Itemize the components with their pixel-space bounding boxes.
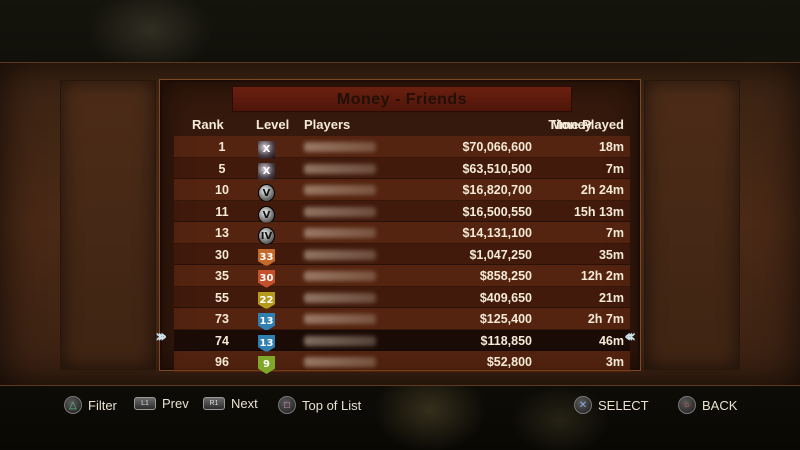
level-badge-icon: 13 — [258, 313, 275, 331]
player-name-blurred — [304, 249, 376, 260]
player-name-blurred — [304, 206, 376, 217]
player-name-blurred — [304, 314, 376, 324]
left-side-panel — [60, 80, 156, 370]
triangle-button-icon: △ — [64, 396, 82, 414]
next-label: Next — [231, 396, 258, 411]
money-cell: $52,800 — [486, 355, 532, 369]
selection-marker-left-icon: ››› — [155, 326, 167, 347]
table-row[interactable]: 10 V $16,820,700 2h 24m — [174, 179, 630, 202]
player-name-blurred — [304, 335, 376, 346]
table-row[interactable]: 55 22 $409,650 21m — [174, 286, 630, 310]
money-cell: $16,500,550 — [462, 204, 532, 219]
level-badge-icon: 33 — [258, 248, 275, 267]
header-level: Level — [256, 117, 290, 132]
rank-cell: 73 — [215, 312, 229, 326]
rank-cell: 96 — [215, 355, 229, 369]
time-played-cell: 21m — [598, 290, 624, 305]
leaderboard-table: Money - Friends Rank Level Players Money… — [160, 80, 640, 374]
money-cell: $118,850 — [480, 333, 532, 348]
player-name-blurred — [304, 271, 376, 281]
rank-cell: 35 — [215, 269, 229, 283]
level-badge-icon: 13 — [258, 334, 275, 353]
prev-label: Prev — [162, 396, 189, 411]
table-row[interactable]: 5 X $63,510,500 7m — [174, 157, 630, 181]
money-cell: $125,400 — [479, 312, 532, 326]
rank-cell: 74 — [215, 333, 229, 348]
level-badge-icon: 30 — [258, 270, 275, 288]
table-row[interactable]: 73 13 $125,400 2h 7m — [174, 308, 630, 331]
select-control[interactable]: ✕ SELECT — [574, 396, 649, 414]
button-prompts: △ Filter L1 Prev R1 Next □ Top of List ✕… — [0, 394, 800, 416]
selection-marker-right-icon: ‹‹‹ — [624, 326, 636, 347]
level-badge-icon: X — [258, 141, 275, 159]
table-row[interactable]: 96 9 $52,800 3m — [174, 351, 630, 374]
right-side-panel — [644, 80, 740, 370]
rank-cell: 5 — [218, 161, 226, 176]
circle-button-icon: ○ — [678, 396, 696, 414]
select-label: SELECT — [598, 397, 649, 413]
rank-cell: 10 — [215, 183, 229, 197]
time-played-cell: 2h 7m — [587, 312, 624, 326]
filter-label: Filter — [88, 397, 117, 413]
rank-cell: 55 — [215, 290, 229, 305]
prev-control[interactable]: L1 Prev — [134, 396, 189, 411]
player-name-blurred — [304, 185, 376, 195]
time-played-cell: 18m — [598, 140, 624, 154]
table-row[interactable]: 11 V $16,500,550 15h 13m — [174, 200, 630, 224]
time-played-cell: 3m — [605, 355, 624, 369]
table-row[interactable]: 1 X $70,066,600 18m — [174, 136, 630, 159]
header-time-played: Time Played — [548, 117, 624, 132]
rank-cell: 13 — [215, 226, 229, 240]
table-header: Rank Level Players Money Time Played — [162, 114, 638, 136]
table-row[interactable]: 35 30 $858,250 12h 2m — [174, 265, 630, 288]
level-badge-icon: 9 — [258, 356, 275, 374]
table-row[interactable]: 74 13 $118,850 46m — [174, 329, 630, 353]
time-played-cell: 12h 2m — [580, 269, 624, 283]
leaderboard-title: Money - Friends — [232, 86, 572, 112]
player-name-blurred — [304, 142, 376, 152]
l1-button-icon: L1 — [134, 397, 156, 410]
level-badge-icon: V — [258, 184, 275, 202]
top-band — [0, 0, 800, 62]
top-of-list-label: Top of List — [302, 397, 362, 413]
player-name-blurred — [304, 357, 376, 367]
player-name-blurred — [304, 228, 376, 238]
cross-button-icon: ✕ — [574, 396, 592, 414]
level-badge-icon: 22 — [258, 291, 275, 310]
time-played-cell: 46m — [598, 333, 624, 348]
r1-button-icon: R1 — [203, 397, 225, 410]
table-rows: 1 X $70,066,600 18m 5 X $63,510,500 7m 10 V $16,82… — [174, 136, 630, 374]
level-badge-icon: IV — [258, 227, 275, 245]
time-played-cell: 2h 24m — [580, 183, 624, 197]
money-cell: $70,066,600 — [462, 140, 532, 154]
header-players: Players — [304, 117, 351, 132]
money-cell: $16,820,700 — [462, 183, 532, 197]
back-label: BACK — [702, 397, 738, 413]
level-badge-icon: V — [258, 205, 275, 224]
filter-control[interactable]: △ Filter — [64, 396, 117, 414]
player-name-blurred — [304, 292, 376, 303]
rank-cell: 11 — [215, 204, 229, 219]
time-played-cell: 7m — [605, 226, 624, 240]
rank-cell: 30 — [215, 247, 229, 262]
player-name-blurred — [304, 163, 376, 174]
top-of-list-control[interactable]: □ Top of List — [278, 396, 361, 414]
money-cell: $63,510,500 — [462, 161, 532, 176]
next-control[interactable]: R1 Next — [203, 396, 258, 411]
back-control[interactable]: ○ BACK — [678, 396, 737, 414]
time-played-cell: 7m — [605, 161, 624, 176]
money-cell: $1,047,250 — [469, 247, 532, 262]
money-cell: $858,250 — [479, 269, 532, 283]
table-row[interactable]: 13 IV $14,131,100 7m — [174, 222, 630, 245]
money-cell: $409,650 — [479, 290, 532, 305]
table-row[interactable]: 30 33 $1,047,250 35m — [174, 243, 630, 267]
time-played-cell: 15h 13m — [573, 204, 624, 219]
level-badge-icon: X — [258, 162, 275, 181]
square-button-icon: □ — [278, 396, 296, 414]
money-cell: $14,131,100 — [462, 226, 532, 240]
header-rank: Rank — [192, 117, 224, 132]
rank-cell: 1 — [218, 140, 226, 154]
time-played-cell: 35m — [598, 247, 624, 262]
